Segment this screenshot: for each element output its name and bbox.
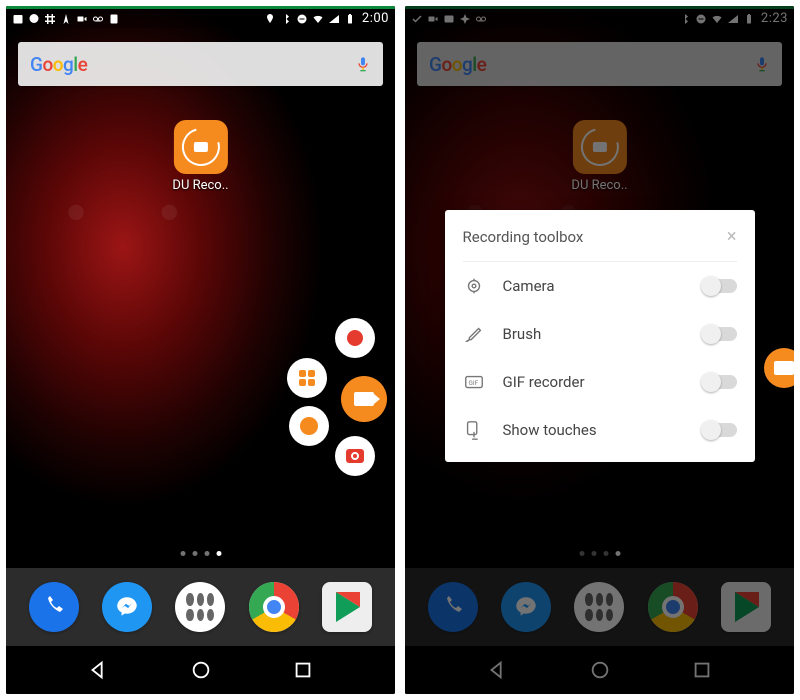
messenger-icon (28, 13, 40, 25)
toggle-gif[interactable] (703, 375, 737, 389)
toggle-brush[interactable] (703, 327, 737, 341)
status-time: 2:00 (362, 11, 389, 26)
google-search-widget[interactable]: Google (18, 42, 383, 86)
toggle-camera[interactable] (703, 279, 737, 293)
toolbox-row-gif[interactable]: GIF GIF recorder (463, 358, 737, 406)
recording-toolbox-dialog: Recording toolbox × Camera Brush GIF GIF… (445, 210, 755, 462)
close-icon[interactable]: × (727, 226, 737, 247)
camera-outline-icon (463, 275, 485, 297)
gif-icon: GIF (463, 371, 485, 393)
bluetooth-icon (280, 13, 292, 25)
grid-icon (299, 370, 315, 386)
phone-right: 2:23 Google DU Reco.. Recording (405, 6, 794, 694)
google-logo: Google (30, 53, 87, 76)
slack-icon (44, 13, 56, 25)
home-screen[interactable]: Google DU Reco.. (6, 28, 395, 694)
dock-messenger[interactable] (102, 582, 152, 632)
du-recorder-icon (173, 120, 227, 174)
row-label: Brush (503, 325, 542, 343)
app-label: DU Reco.. (172, 178, 228, 193)
voicemail-icon (92, 13, 104, 25)
nav-recents[interactable] (292, 659, 314, 681)
signal-icon (328, 13, 340, 25)
svg-text:GIF: GIF (468, 379, 478, 387)
clipboard-icon (108, 13, 120, 25)
video-icon (354, 392, 374, 406)
status-left-icons (12, 13, 120, 25)
record-icon (347, 330, 363, 346)
brush-icon (463, 323, 485, 345)
video-icon (774, 361, 794, 375)
toolbox-button[interactable] (287, 358, 327, 398)
toolbox-row-brush[interactable]: Brush (463, 310, 737, 358)
dialog-title: Recording toolbox (463, 228, 584, 246)
phone-left: 2:00 Google DU Reco.. (6, 6, 395, 694)
row-label: Show touches (503, 421, 597, 439)
phone-icon (42, 595, 66, 619)
touch-icon (463, 419, 485, 441)
dock-phone[interactable] (29, 582, 79, 632)
nav-bar (6, 646, 395, 694)
wrench-icon (300, 417, 318, 435)
dock-app-drawer[interactable] (175, 582, 225, 632)
dnd-icon (296, 13, 308, 25)
wifi-icon (312, 13, 324, 25)
location-icon (264, 13, 276, 25)
record-button[interactable] (335, 318, 375, 358)
status-bar: 2:00 (6, 6, 395, 28)
row-label: Camera (503, 277, 555, 295)
status-right-icons: 2:00 (264, 11, 389, 26)
video-icon (76, 13, 88, 25)
toolbox-row-touches[interactable]: Show touches (463, 406, 737, 454)
recorder-fab-cluster (277, 318, 387, 478)
nav-icon (60, 13, 72, 25)
settings-button[interactable] (289, 406, 329, 446)
app-du-recorder[interactable]: DU Reco.. (172, 120, 228, 193)
nav-back[interactable] (87, 659, 109, 681)
dock (6, 568, 395, 646)
video-main-button[interactable] (341, 376, 387, 422)
app-drawer-icon (186, 593, 214, 621)
dock-chrome[interactable] (249, 582, 299, 632)
row-label: GIF recorder (503, 373, 585, 391)
dock-play-store[interactable] (322, 582, 372, 632)
camera-icon (346, 449, 364, 463)
toggle-touches[interactable] (703, 423, 737, 437)
mic-icon[interactable] (355, 54, 371, 74)
toolbox-row-camera[interactable]: Camera (463, 262, 737, 310)
page-indicator (180, 551, 221, 556)
screenshot-button[interactable] (335, 436, 375, 476)
calendar-icon (12, 13, 24, 25)
messenger-icon (114, 594, 140, 620)
battery-icon (344, 13, 356, 25)
nav-home[interactable] (190, 659, 212, 681)
